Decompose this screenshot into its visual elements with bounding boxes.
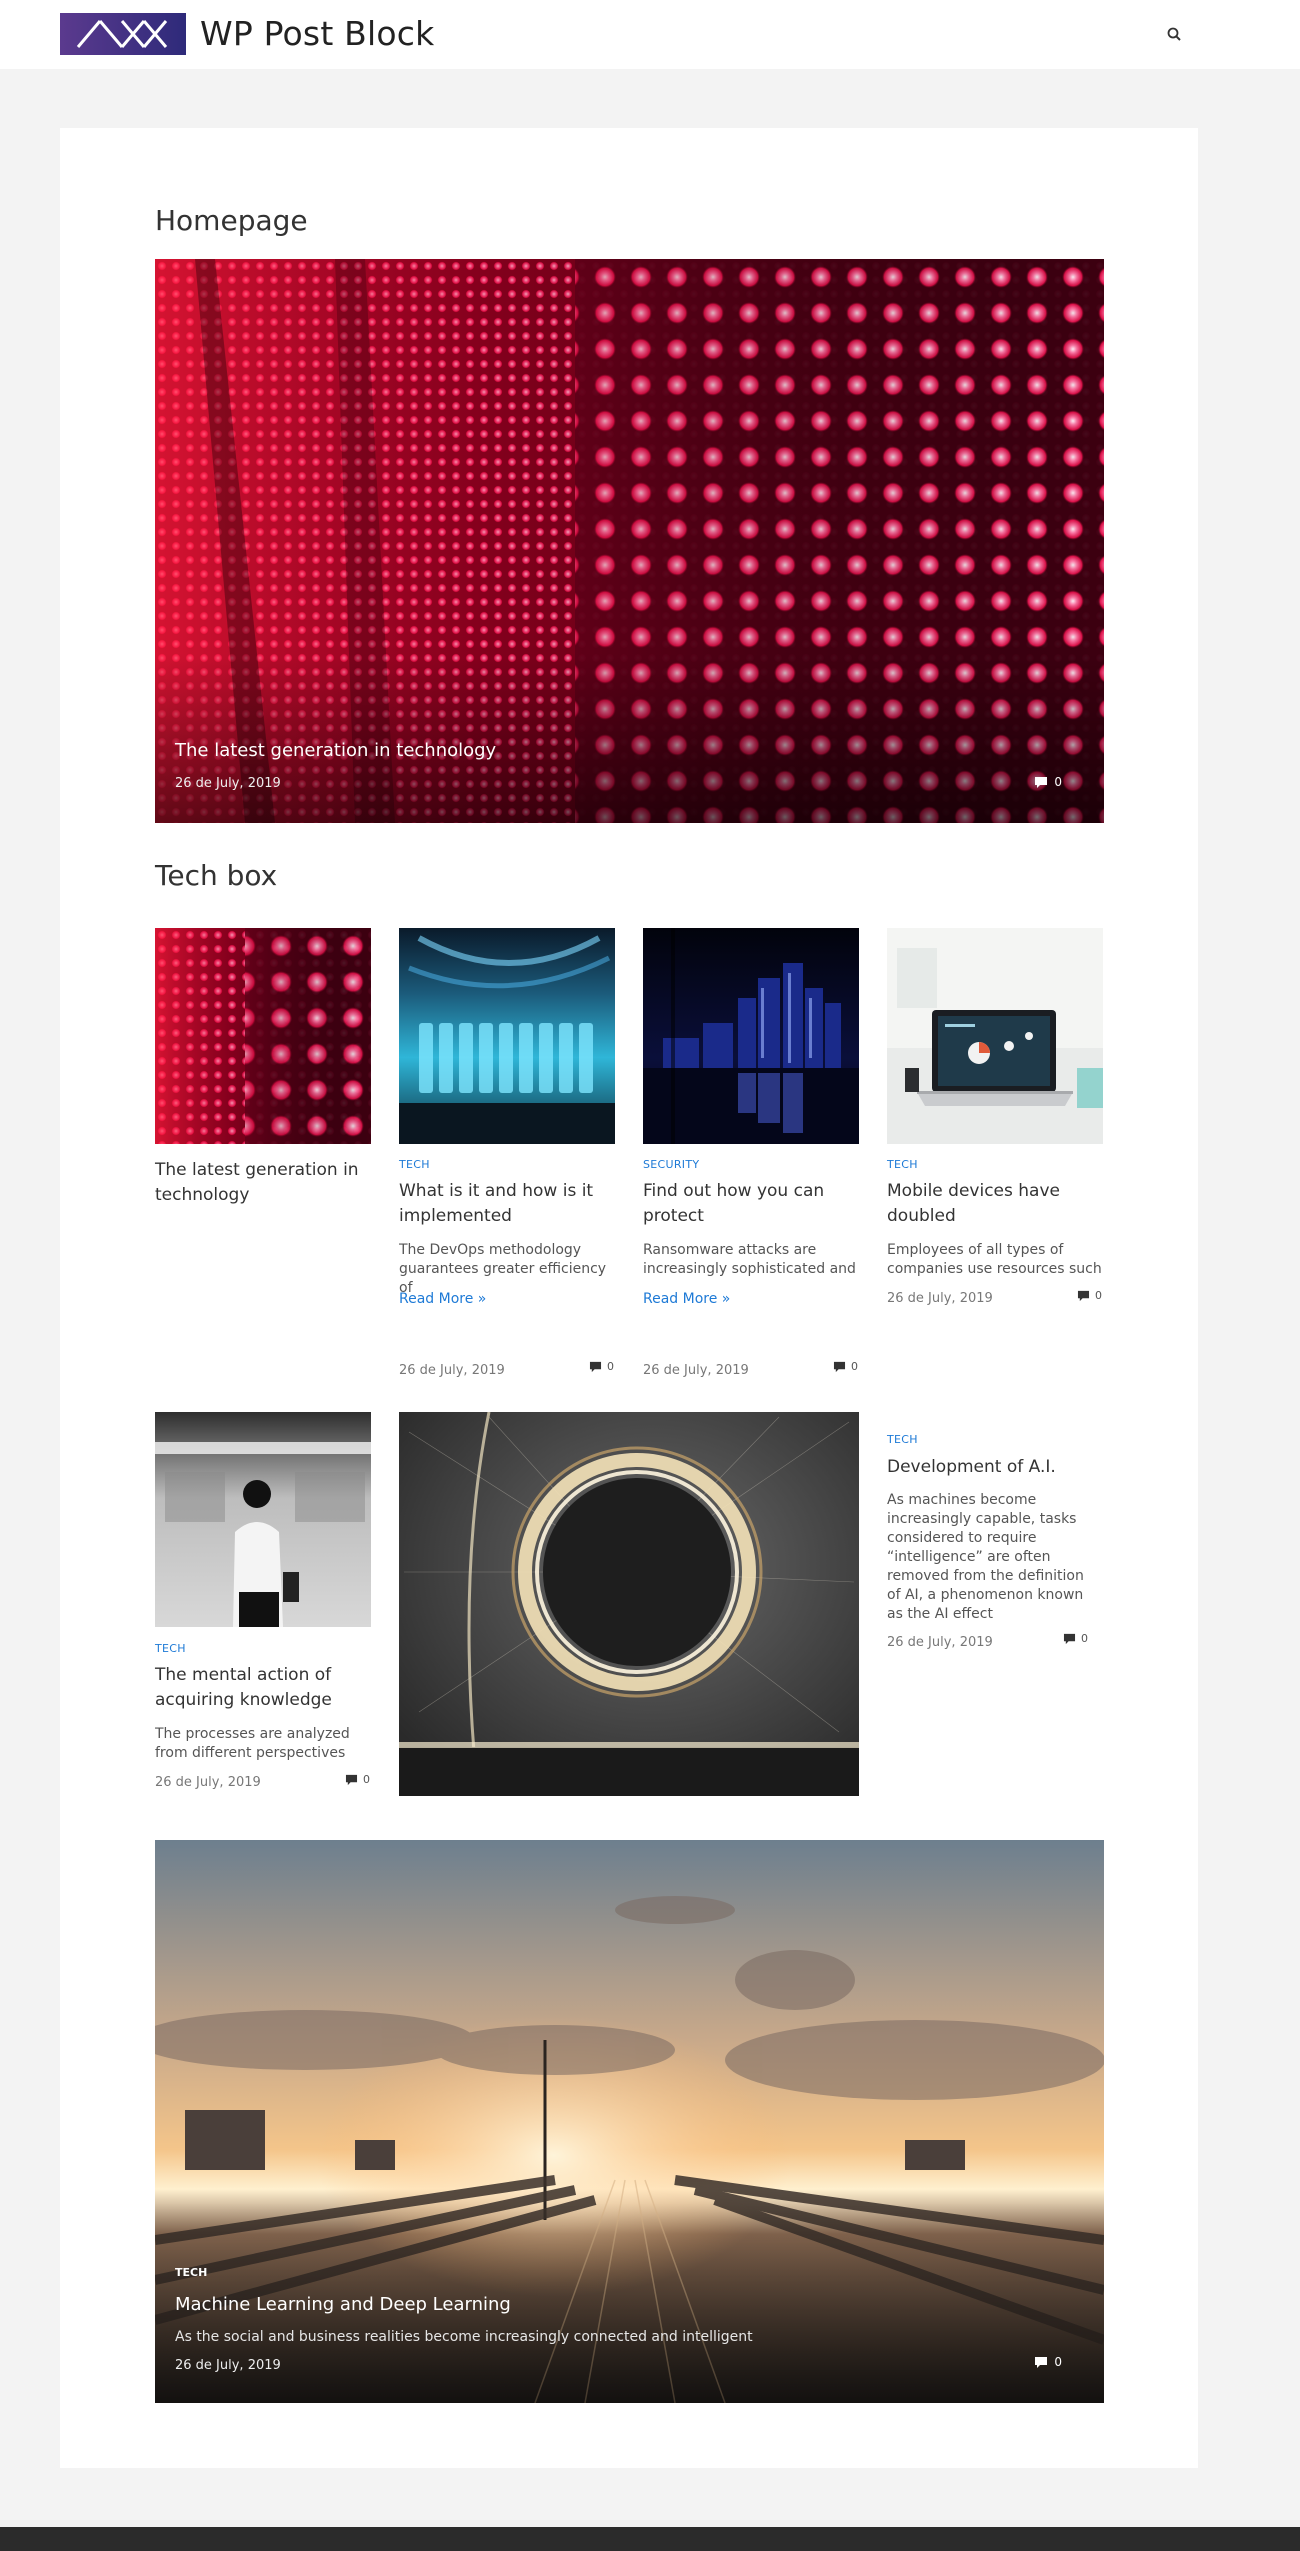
card-excerpt-mental: The processes are analyzed from differen… xyxy=(155,1725,371,1763)
hero-overlay xyxy=(155,653,1104,823)
card-title-line: technology xyxy=(155,1185,250,1205)
card-title-ai[interactable]: Development of A.I. xyxy=(887,1455,1056,1480)
card-image-mobile-devices[interactable] xyxy=(887,928,1103,1144)
excerpt-line: increasingly sophisticated and xyxy=(643,1261,856,1277)
card-category-mobile[interactable]: TECH xyxy=(887,1158,918,1171)
comment-icon xyxy=(1077,1290,1090,1301)
comment-count-value: 0 xyxy=(363,1773,370,1786)
hero-post[interactable]: The latest generation in technology 26 d… xyxy=(155,259,1104,823)
search-icon[interactable] xyxy=(1164,24,1186,46)
footer-bar xyxy=(0,2527,1300,2551)
card-date-devops: 26 de July, 2019 xyxy=(399,1363,505,1378)
card-category-security[interactable]: SECURITY xyxy=(643,1158,699,1171)
card-title-line: What is it and how is it xyxy=(399,1181,594,1201)
card-date-ai: 26 de July, 2019 xyxy=(887,1635,993,1650)
card-title-line: Find out how you can xyxy=(643,1181,825,1201)
section-title-techbox: Tech box xyxy=(155,859,278,892)
card-title-mental[interactable]: The mental action of acquiring knowledge xyxy=(155,1663,332,1713)
excerpt-line: from different perspectives xyxy=(155,1745,346,1761)
card-comment-count-mental[interactable]: 0 xyxy=(345,1773,370,1786)
featured-post[interactable]: TECH Machine Learning and Deep Learning … xyxy=(155,1840,1104,2403)
excerpt-line: The processes are analyzed xyxy=(155,1726,350,1742)
card-date-mobile: 26 de July, 2019 xyxy=(887,1291,993,1306)
comment-icon xyxy=(1035,2356,1048,2368)
featured-title[interactable]: Machine Learning and Deep Learning xyxy=(175,2294,511,2315)
card-comment-count-security[interactable]: 0 xyxy=(833,1360,858,1373)
site-logo[interactable] xyxy=(60,13,186,55)
featured-category[interactable]: TECH xyxy=(175,2266,207,2279)
comment-count-value: 0 xyxy=(1081,1632,1088,1645)
card-comment-count-ai[interactable]: 0 xyxy=(1063,1632,1088,1645)
featured-date: 26 de July, 2019 xyxy=(175,2358,281,2373)
hero-date: 26 de July, 2019 xyxy=(175,776,281,791)
comment-icon xyxy=(345,1774,358,1785)
card-title-mobile[interactable]: Mobile devices have doubled xyxy=(887,1179,1060,1229)
comment-icon xyxy=(833,1361,846,1372)
hero-comment-count[interactable]: 0 xyxy=(1034,775,1062,789)
comment-count-value: 0 xyxy=(1095,1289,1102,1302)
card-category-mental[interactable]: TECH xyxy=(155,1642,186,1655)
excerpt-line: The DevOps methodology xyxy=(399,1242,582,1258)
card-title-line: implemented xyxy=(399,1206,512,1226)
excerpt-line: As machines become xyxy=(887,1492,1037,1508)
comment-count-value: 0 xyxy=(851,1360,858,1373)
site-title[interactable]: WP Post Block xyxy=(200,14,434,53)
card-title-line: protect xyxy=(643,1206,704,1226)
read-more-link-devops[interactable]: Read More » xyxy=(399,1291,486,1307)
card-category-ai[interactable]: TECH xyxy=(887,1433,918,1446)
card-image-development-ai[interactable] xyxy=(399,1412,859,1796)
section-title-homepage: Homepage xyxy=(155,204,308,237)
card-date-mental: 26 de July, 2019 xyxy=(155,1775,261,1790)
featured-comments-value: 0 xyxy=(1054,2355,1062,2369)
card-title-line: acquiring knowledge xyxy=(155,1690,332,1710)
excerpt-line: of AI, a phenomenon known xyxy=(887,1587,1084,1603)
site-header: WP Post Block xyxy=(0,0,1300,69)
comment-count-value: 0 xyxy=(607,1360,614,1373)
card-title-security[interactable]: Find out how you can protect xyxy=(643,1179,824,1229)
card-title-devops[interactable]: What is it and how is it implemented xyxy=(399,1179,593,1229)
card-image-devops[interactable] xyxy=(399,928,615,1144)
card-excerpt-ai: As machines become increasingly capable,… xyxy=(887,1491,1103,1624)
featured-excerpt: As the social and business realities bec… xyxy=(175,2329,753,2345)
excerpt-line: considered to require xyxy=(887,1530,1037,1546)
card-title-line: doubled xyxy=(887,1206,956,1226)
card-excerpt-security: Ransomware attacks are increasingly soph… xyxy=(643,1241,859,1279)
comment-icon xyxy=(1063,1633,1076,1644)
excerpt-line: “intelligence” are often xyxy=(887,1549,1051,1565)
card-title-line: Mobile devices have xyxy=(887,1181,1060,1201)
card-comment-count-mobile[interactable]: 0 xyxy=(1077,1289,1102,1302)
card-image-latest-generation[interactable] xyxy=(155,928,371,1144)
card-comment-count-devops[interactable]: 0 xyxy=(589,1360,614,1373)
excerpt-line: as the AI effect xyxy=(887,1606,993,1622)
card-category-devops[interactable]: TECH xyxy=(399,1158,430,1171)
card-title-latest-generation[interactable]: The latest generation in technology xyxy=(155,1158,359,1208)
card-title-line: The mental action of xyxy=(155,1665,332,1685)
card-image-security[interactable] xyxy=(643,928,859,1144)
excerpt-line: companies use resources such xyxy=(887,1261,1102,1277)
card-excerpt-mobile: Employees of all types of companies use … xyxy=(887,1241,1103,1279)
card-title-line: The latest generation in xyxy=(155,1160,359,1180)
excerpt-line: Ransomware attacks are xyxy=(643,1242,817,1258)
excerpt-line: increasingly capable, tasks xyxy=(887,1511,1077,1527)
excerpt-line: Employees of all types of xyxy=(887,1242,1064,1258)
excerpt-line: removed from the definition xyxy=(887,1568,1084,1584)
comment-icon xyxy=(1035,776,1048,788)
comment-icon xyxy=(589,1361,602,1372)
card-excerpt-devops: The DevOps methodology guarantees greate… xyxy=(399,1241,615,1298)
card-image-mental-action[interactable] xyxy=(155,1412,371,1627)
featured-comment-count[interactable]: 0 xyxy=(1034,2355,1062,2369)
read-more-link-security[interactable]: Read More » xyxy=(643,1291,730,1307)
card-date-security: 26 de July, 2019 xyxy=(643,1363,749,1378)
hero-comments-value: 0 xyxy=(1054,775,1062,789)
hero-title[interactable]: The latest generation in technology xyxy=(175,740,496,761)
